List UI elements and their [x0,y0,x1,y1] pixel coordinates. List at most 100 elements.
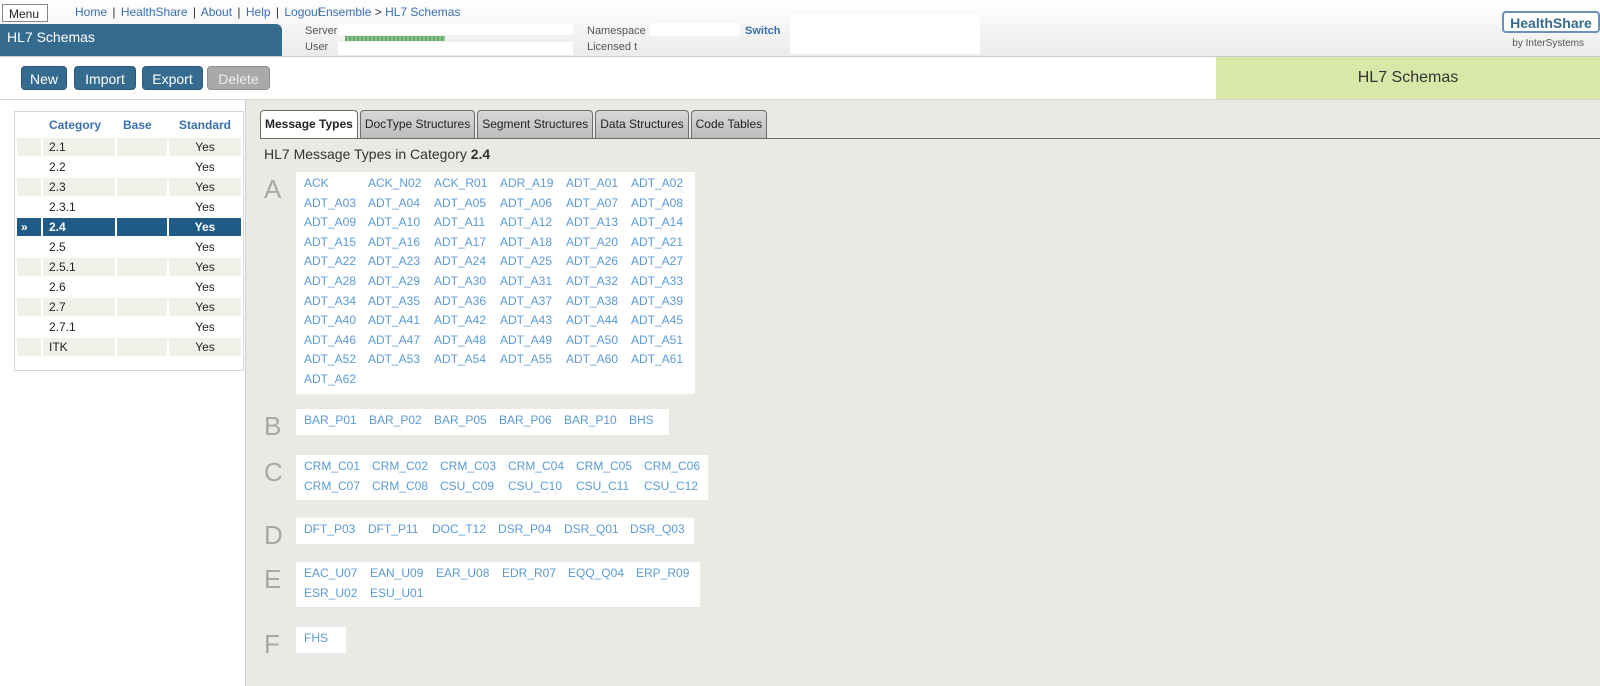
message-type-link[interactable]: ADT_A11 [430,213,496,233]
message-type-link[interactable]: EAR_U08 [432,564,498,584]
message-type-link[interactable]: ESU_U01 [366,584,432,604]
message-type-link[interactable]: ADT_A05 [430,194,496,214]
message-type-link[interactable]: ADT_A49 [496,331,562,351]
tab-code-tables[interactable]: Code Tables [690,110,768,138]
message-type-link[interactable]: CRM_C03 [436,457,504,477]
category-row[interactable]: 2.7.1 Yes [17,318,241,336]
standard-column-header[interactable]: Standard [169,114,241,136]
message-type-link[interactable]: ADT_A50 [562,331,627,351]
tab-message-types[interactable]: Message Types [260,110,358,139]
category-column-header[interactable]: Category [43,114,115,136]
message-type-link[interactable]: DSR_Q01 [560,520,626,540]
message-type-link[interactable]: CRM_C02 [368,457,436,477]
message-type-link[interactable]: BHS [625,411,665,431]
message-type-link[interactable]: DSR_Q03 [626,520,690,540]
message-type-link[interactable]: ADT_A10 [364,213,430,233]
message-type-link[interactable]: ADT_A23 [364,252,430,272]
message-type-link[interactable]: ADT_A03 [300,194,364,214]
message-type-link[interactable]: DFT_P03 [300,520,364,540]
message-type-link[interactable]: ERP_R09 [632,564,696,584]
category-row[interactable]: 2.3.1 Yes [17,198,241,216]
message-type-link[interactable]: BAR_P01 [300,411,365,431]
tab-data-structures[interactable]: Data Structures [595,110,689,138]
message-type-link[interactable]: ADT_A26 [562,252,627,272]
tab-segment-structures[interactable]: Segment Structures [477,110,594,138]
message-type-link[interactable]: ADT_A38 [562,292,627,312]
switch-namespace-link[interactable]: Switch [745,25,780,37]
category-row[interactable]: 2.2 Yes [17,158,241,176]
message-type-link[interactable]: ADT_A48 [430,331,496,351]
message-type-link[interactable]: ADT_A30 [430,272,496,292]
message-type-link[interactable]: ADT_A42 [430,311,496,331]
message-type-link[interactable]: CSU_C12 [640,477,704,497]
message-type-link[interactable]: ADT_A22 [300,252,364,272]
message-type-link[interactable]: ADT_A52 [300,350,364,370]
about-link[interactable]: About [201,5,232,19]
message-type-link[interactable]: ADT_A37 [496,292,562,312]
message-type-link[interactable]: EAC_U07 [300,564,366,584]
message-type-link[interactable]: CRM_C07 [300,477,368,497]
message-type-link[interactable]: ADT_A54 [430,350,496,370]
category-row[interactable]: 2.6 Yes [17,278,241,296]
message-type-link[interactable]: ADT_A51 [627,331,691,351]
message-type-link[interactable]: DOC_T12 [428,520,494,540]
import-button[interactable]: Import [74,66,136,90]
message-type-link[interactable]: EAN_U09 [366,564,432,584]
message-type-link[interactable]: ADT_A39 [627,292,691,312]
message-type-link[interactable]: ADT_A06 [496,194,562,214]
message-type-link[interactable]: ADT_A08 [627,194,691,214]
message-type-link[interactable]: ADT_A17 [430,233,496,253]
message-type-link[interactable]: CSU_C11 [572,477,640,497]
message-type-link[interactable]: ADT_A29 [364,272,430,292]
export-button[interactable]: Export [142,66,203,90]
message-type-link[interactable]: EDR_R07 [498,564,564,584]
message-type-link[interactable]: CSU_C09 [436,477,504,497]
message-type-link[interactable]: ADT_A36 [430,292,496,312]
category-row[interactable]: 2.1 Yes [17,138,241,156]
message-type-link[interactable]: ADT_A60 [562,350,627,370]
message-type-link[interactable]: CRM_C06 [640,457,704,477]
message-type-link[interactable]: ADT_A13 [562,213,627,233]
message-type-link[interactable]: ADT_A34 [300,292,364,312]
message-type-link[interactable]: ADT_A04 [364,194,430,214]
healthshare-link[interactable]: HealthShare [121,5,188,19]
message-type-link[interactable]: ADT_A24 [430,252,496,272]
message-type-link[interactable]: ADR_A19 [496,174,562,194]
category-row[interactable]: ITK Yes [17,338,241,356]
message-type-link[interactable]: ADT_A35 [364,292,430,312]
message-type-link[interactable]: ADT_A27 [627,252,691,272]
help-link[interactable]: Help [246,5,271,19]
menu-button[interactable]: Menu [2,4,48,22]
message-type-link[interactable]: ADT_A43 [496,311,562,331]
message-type-link[interactable]: ADT_A46 [300,331,364,351]
message-type-link[interactable]: CSU_C10 [504,477,572,497]
category-row[interactable]: 2.5.1 Yes [17,258,241,276]
message-type-link[interactable]: EQQ_Q04 [564,564,632,584]
message-type-link[interactable]: ADT_A21 [627,233,691,253]
message-type-link[interactable]: BAR_P06 [495,411,560,431]
message-type-link[interactable]: ADT_A45 [627,311,691,331]
message-type-link[interactable]: ADT_A28 [300,272,364,292]
message-type-link[interactable]: ADT_A62 [300,370,364,390]
tab-doctype-structures[interactable]: DocType Structures [359,110,476,138]
message-type-link[interactable]: ADT_A16 [364,233,430,253]
message-type-link[interactable]: ADT_A41 [364,311,430,331]
message-type-link[interactable]: ADT_A02 [627,174,691,194]
message-type-link[interactable]: ADT_A61 [627,350,691,370]
message-type-link[interactable]: DSR_P04 [494,520,560,540]
message-type-link[interactable]: ADT_A47 [364,331,430,351]
message-type-link[interactable]: CRM_C08 [368,477,436,497]
breadcrumb-current[interactable]: HL7 Schemas [385,5,460,19]
message-type-link[interactable]: ADT_A01 [562,174,627,194]
message-type-link[interactable]: ESR_U02 [300,584,366,604]
new-button[interactable]: New [21,66,67,90]
message-type-link[interactable]: ADT_A07 [562,194,627,214]
home-link[interactable]: Home [75,5,107,19]
message-type-link[interactable]: ADT_A33 [627,272,691,292]
category-row[interactable]: 2.5 Yes [17,238,241,256]
message-type-link[interactable]: FHS [300,629,342,649]
category-row[interactable]: 2.3 Yes [17,178,241,196]
message-type-link[interactable]: BAR_P05 [430,411,495,431]
message-type-link[interactable]: BAR_P02 [365,411,430,431]
message-type-link[interactable]: ADT_A14 [627,213,691,233]
